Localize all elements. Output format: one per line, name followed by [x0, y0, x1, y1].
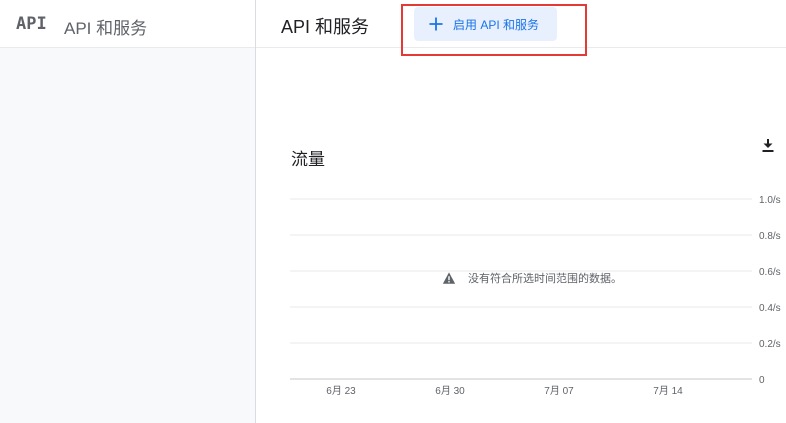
y-tick-label: 0: [759, 375, 765, 386]
plus-icon: [429, 17, 443, 31]
sidebar-header: API API 和服务: [0, 0, 255, 48]
x-tick-label: 7月 07: [544, 385, 574, 397]
traffic-chart: 0 0.2/s 0.4/s 0.6/s 0.8/s 1.0/s 6月 23 6月 30 7月 0…: [290, 195, 781, 397]
y-tick-label: 0.6/s: [759, 267, 781, 278]
y-tick-label: 1.0/s: [759, 195, 781, 206]
app-root: API API 和服务 API 和服务 启用 API 和服务 流量 0 0.2/s…: [0, 0, 786, 423]
page-title: API 和服务: [281, 17, 370, 37]
download-icon[interactable]: [760, 137, 776, 153]
sidebar: API API 和服务: [0, 0, 256, 423]
traffic-card-title: 流量: [291, 150, 325, 169]
main-header: API 和服务 启用 API 和服务: [256, 0, 786, 56]
sidebar-title[interactable]: API 和服务: [64, 14, 147, 39]
y-tick-label: 0.4/s: [759, 303, 781, 314]
x-tick-label: 6月 30: [435, 385, 465, 397]
enable-apis-button-label: 启用 API 和服务: [453, 17, 540, 32]
no-data-message: 没有符合所选时间范围的数据。: [468, 273, 622, 285]
x-tick-label: 7月 14: [653, 385, 683, 397]
warning-icon: [442, 272, 456, 284]
y-tick-label: 0.8/s: [759, 231, 781, 242]
enable-apis-button[interactable]: 启用 API 和服务: [414, 7, 557, 41]
api-logo: API: [16, 14, 47, 34]
x-tick-label: 6月 23: [326, 385, 356, 397]
no-data-notice: 没有符合所选时间范围的数据。: [442, 270, 622, 286]
y-tick-label: 0.2/s: [759, 339, 781, 350]
